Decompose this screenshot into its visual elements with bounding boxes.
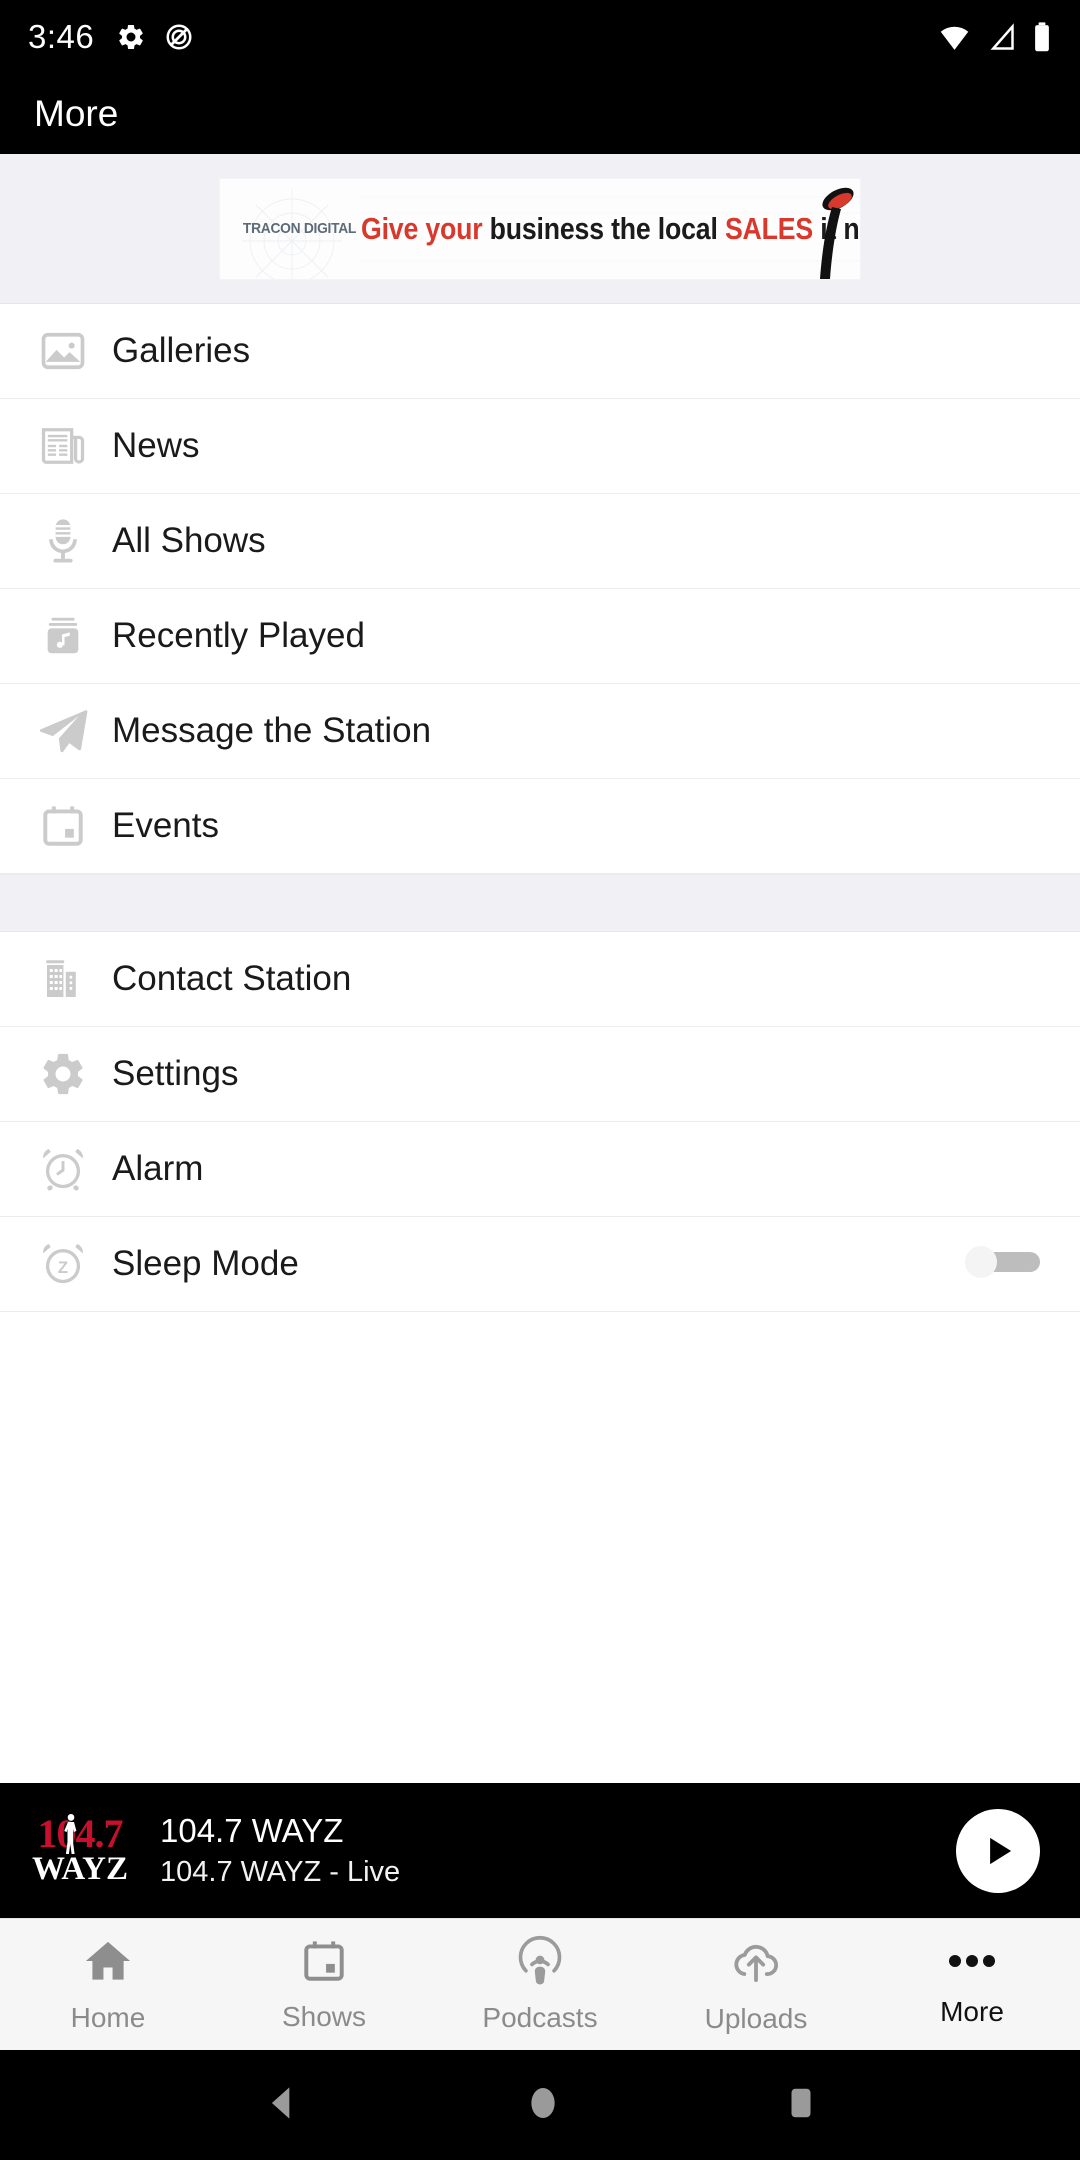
status-system-icons (938, 21, 1052, 54)
station-logo: 104.7 WAYZ (26, 1808, 134, 1894)
nav-item-label: More (940, 1996, 1004, 2027)
image-icon (34, 325, 92, 377)
cellular-signal-icon (985, 21, 1018, 54)
page-title: More (34, 93, 119, 134)
menu-item-alarm[interactable]: Alarm (0, 1122, 1080, 1217)
menu-item-contact-station[interactable]: Contact Station (0, 932, 1080, 1027)
podcast-icon (514, 1935, 566, 1992)
now-playing-subtitle: 104.7 WAYZ - Live (160, 1856, 401, 1888)
menu-section-divider (0, 874, 1080, 932)
nav-item-label: Home (70, 2002, 146, 2033)
paper-plane-icon (34, 703, 92, 759)
menu-item-news[interactable]: News (0, 399, 1080, 494)
banner-ad[interactable]: TRACON DIGITAL Give your business the lo… (220, 178, 860, 279)
menu-item-label: Galleries (112, 331, 251, 370)
station-logo-figure (64, 1813, 77, 1854)
nav-item-label: Uploads (704, 2003, 808, 2034)
menu-item-label: Contact Station (112, 959, 352, 998)
android-navigation-bar (0, 2050, 1080, 2160)
menu-list: Galleries News All Shows Recently Played… (0, 304, 1080, 1783)
nav-item-more[interactable]: More (864, 1941, 1080, 2028)
ad-headline-part2: business the local (482, 210, 725, 246)
battery-icon (1032, 21, 1052, 54)
home-icon (82, 1935, 134, 1992)
menu-item-sleep-mode[interactable]: Z Sleep Mode (0, 1217, 1080, 1312)
wifi-icon (938, 21, 971, 54)
cloud-upload-icon (729, 1934, 783, 1993)
menu-item-label: Sleep Mode (112, 1244, 299, 1283)
gear-icon (34, 1049, 92, 1099)
music-library-icon (34, 613, 92, 659)
nav-item-uploads[interactable]: Uploads (648, 1934, 864, 2035)
menu-item-recently-played[interactable]: Recently Played (0, 589, 1080, 684)
menu-item-label: Events (112, 806, 219, 845)
play-button[interactable] (956, 1808, 1040, 1893)
ad-microphone-graphic (820, 187, 854, 279)
menu-item-label: Message the Station (112, 711, 432, 750)
menu-item-settings[interactable]: Settings (0, 1027, 1080, 1122)
nav-item-home[interactable]: Home (0, 1935, 216, 2034)
bottom-navigation: Home Shows Podcasts Uploads More (0, 1918, 1080, 2050)
sleep-timer-icon: Z (34, 1239, 92, 1289)
gear-icon (116, 22, 146, 52)
menu-item-label: Alarm (112, 1149, 204, 1188)
newspaper-icon (34, 420, 92, 472)
menu-item-all-shows[interactable]: All Shows (0, 494, 1080, 589)
menu-item-events[interactable]: Events (0, 779, 1080, 874)
microphone-icon (34, 515, 92, 567)
ad-headline: Give your business the local SALES it ne… (361, 211, 860, 247)
nav-item-label: Podcasts (482, 2002, 598, 2033)
menu-item-galleries[interactable]: Galleries (0, 304, 1080, 399)
alarm-clock-icon (34, 1144, 92, 1194)
play-icon (990, 1837, 1012, 1864)
svg-text:Z: Z (58, 1258, 68, 1277)
building-icon (34, 955, 92, 1003)
app-title-bar: More (0, 74, 1080, 154)
ad-headline-part1: Give your (361, 210, 483, 246)
advertisement-container: TRACON DIGITAL Give your business the lo… (0, 154, 1080, 304)
do-not-disturb-icon (164, 22, 194, 52)
menu-item-label: Recently Played (112, 616, 365, 655)
recents-button[interactable] (782, 2082, 820, 2129)
status-bar: 3:46 (0, 0, 1080, 74)
nav-item-shows[interactable]: Shows (216, 1936, 432, 2033)
menu-item-label: Settings (112, 1054, 239, 1093)
ellipsis-icon (943, 1941, 1001, 1986)
status-notification-icons (116, 22, 194, 52)
menu-item-label: News (112, 426, 200, 465)
status-clock: 3:46 (28, 18, 95, 55)
nav-item-podcasts[interactable]: Podcasts (432, 1935, 648, 2034)
app-screen: 3:46 More TRACON DIGITAL Give your busin… (0, 0, 1080, 2160)
calendar-icon (299, 1936, 349, 1991)
nav-item-label: Shows (281, 2001, 367, 2032)
ad-advertiser-name: TRACON DIGITAL (242, 220, 357, 237)
now-playing-metadata: 104.7 WAYZ 104.7 WAYZ - Live (160, 1812, 400, 1889)
sleep-mode-toggle[interactable] (960, 1239, 1046, 1290)
now-playing-bar[interactable]: 104.7 WAYZ 104.7 WAYZ 104.7 WAYZ - Live (0, 1783, 1080, 1918)
calendar-icon (34, 801, 92, 851)
now-playing-title: 104.7 WAYZ (160, 1812, 344, 1849)
back-button[interactable] (260, 2081, 304, 2130)
home-button[interactable] (523, 2081, 563, 2130)
menu-item-label: All Shows (112, 521, 266, 560)
ad-advertiser-logo: TRACON DIGITAL (238, 220, 361, 237)
station-logo-callsign: WAYZ (32, 1851, 128, 1887)
menu-item-message-the-station[interactable]: Message the Station (0, 684, 1080, 779)
